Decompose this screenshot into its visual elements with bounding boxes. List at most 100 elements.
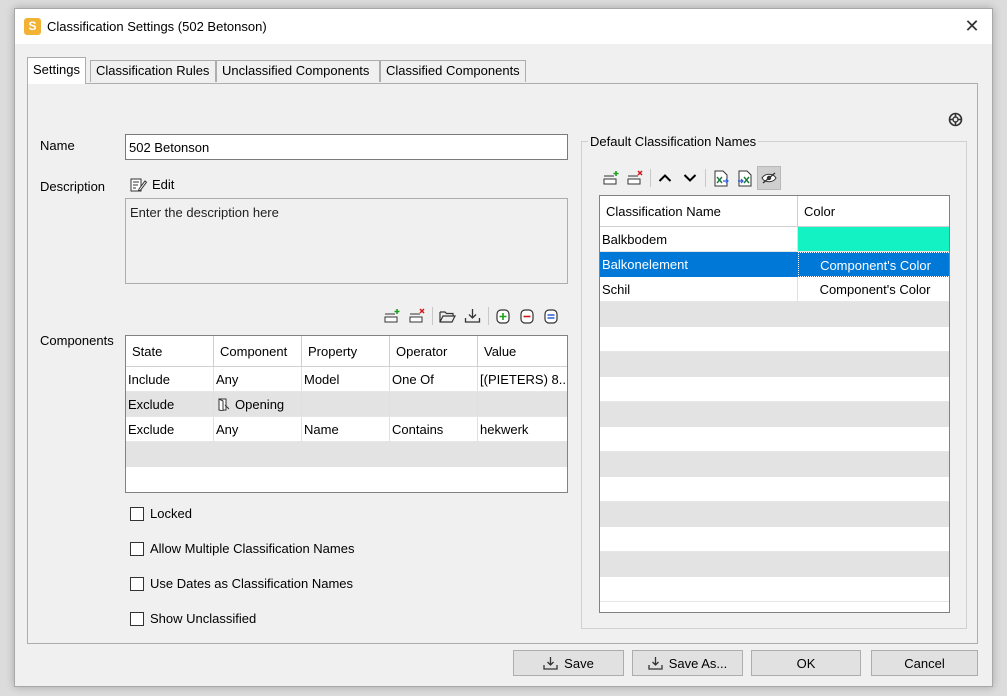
- empty-row: [600, 377, 949, 402]
- cancel-button[interactable]: Cancel: [871, 650, 978, 676]
- checkbox-box[interactable]: [130, 576, 144, 591]
- checkbox-label: Show Unclassified: [150, 611, 257, 626]
- classification-names-table[interactable]: Classification Name Color Balkbodem Balk…: [599, 195, 950, 613]
- empty-row: [126, 442, 567, 467]
- ok-label: OK: [796, 655, 816, 671]
- save-as-download-icon: [648, 657, 663, 670]
- cell-component[interactable]: Opening: [214, 392, 302, 417]
- components-table[interactable]: State Component Property Operator Value …: [125, 335, 568, 493]
- column-header-color[interactable]: Color: [798, 196, 949, 227]
- cell-classification-name[interactable]: Schil: [600, 277, 798, 302]
- open-folder-icon[interactable]: [438, 307, 456, 325]
- table-row[interactable]: Include Any Model One Of [(PIETERS) 8...: [126, 367, 567, 392]
- cell-operator[interactable]: [390, 392, 478, 417]
- checkbox-box[interactable]: [130, 541, 144, 556]
- title-bar: S Classification Settings (502 Betonson)…: [15, 9, 992, 44]
- column-header-classification-name[interactable]: Classification Name: [600, 196, 798, 227]
- show-unclassified-checkbox[interactable]: Show Unclassified: [130, 611, 256, 626]
- add-component-icon[interactable]: [494, 307, 512, 325]
- cell-value[interactable]: [(PIETERS) 8...: [478, 367, 567, 392]
- cell-property[interactable]: [302, 392, 390, 417]
- tab-settings[interactable]: Settings: [27, 57, 86, 84]
- save-as-label: Save As...: [668, 655, 728, 671]
- table-row-selected[interactable]: Balkonelement Component's Color: [600, 252, 949, 277]
- empty-row: [600, 502, 949, 527]
- table-row[interactable]: Schil Component's Color: [600, 277, 949, 302]
- empty-row: [600, 402, 949, 427]
- column-header-component[interactable]: Component: [214, 336, 302, 367]
- cell-value[interactable]: hekwerk: [478, 417, 567, 442]
- save-label: Save: [564, 655, 594, 671]
- cell-operator[interactable]: Contains: [390, 417, 478, 442]
- remove-component-icon[interactable]: [518, 307, 536, 325]
- column-header-property[interactable]: Property: [302, 336, 390, 367]
- checkbox-label: Locked: [150, 506, 192, 521]
- default-names-title: Default Classification Names: [588, 134, 759, 149]
- tab-classified-components[interactable]: Classified Components: [380, 60, 526, 82]
- cell-state[interactable]: Exclude: [126, 392, 214, 417]
- checkbox-label: Use Dates as Classification Names: [150, 576, 354, 591]
- use-dates-checkbox[interactable]: Use Dates as Classification Names: [130, 576, 353, 591]
- components-label: Components: [40, 333, 114, 348]
- cell-component[interactable]: Any: [214, 417, 302, 442]
- column-header-value[interactable]: Value: [478, 336, 567, 367]
- empty-row: [600, 527, 949, 552]
- empty-row: [600, 302, 949, 327]
- table-row[interactable]: Balkbodem: [600, 227, 949, 252]
- cell-color-swatch[interactable]: [798, 227, 949, 252]
- table-header-row: State Component Property Operator Value: [126, 336, 567, 367]
- checkbox-box[interactable]: [130, 611, 144, 626]
- export-excel-icon[interactable]: [712, 169, 730, 187]
- classification-settings-dialog: S Classification Settings (502 Betonson)…: [14, 8, 993, 687]
- remove-row-icon[interactable]: [408, 307, 426, 325]
- cell-classification-name[interactable]: Balkbodem: [600, 227, 798, 252]
- cell-color[interactable]: Component's Color: [798, 277, 949, 302]
- cell-classification-name[interactable]: Balkonelement: [600, 252, 798, 277]
- empty-row: [600, 477, 949, 502]
- settings-panel: Name 502 Betonson Description Edit Enter…: [27, 83, 978, 644]
- edit-description-button[interactable]: Edit: [130, 177, 174, 192]
- toolbar-separator: [488, 307, 489, 325]
- hide-visibility-icon[interactable]: [757, 166, 781, 190]
- toolbar-separator: [705, 169, 706, 187]
- save-as-button[interactable]: Save As...: [632, 650, 743, 676]
- tab-unclassified-components[interactable]: Unclassified Components: [216, 60, 380, 82]
- close-icon[interactable]: ✕: [960, 15, 984, 37]
- remove-name-icon[interactable]: [626, 169, 644, 187]
- help-lifebuoy-icon[interactable]: [946, 110, 964, 128]
- checkbox-label: Allow Multiple Classification Names: [150, 541, 355, 556]
- locked-checkbox[interactable]: Locked: [130, 506, 192, 521]
- add-name-icon[interactable]: [602, 169, 620, 187]
- table-row[interactable]: Exclude Any Name Contains hekwerk: [126, 417, 567, 442]
- window-title: Classification Settings (502 Betonson): [47, 19, 267, 34]
- column-header-operator[interactable]: Operator: [390, 336, 478, 367]
- allow-multiple-names-checkbox[interactable]: Allow Multiple Classification Names: [130, 541, 354, 556]
- cell-state[interactable]: Include: [126, 367, 214, 392]
- table-row[interactable]: Exclude Opening: [126, 392, 567, 417]
- description-textarea[interactable]: Enter the description here: [125, 198, 568, 284]
- save-button[interactable]: Save: [513, 650, 624, 676]
- name-input[interactable]: 502 Betonson: [125, 134, 568, 160]
- component-list-icon[interactable]: [542, 307, 560, 325]
- name-value: 502 Betonson: [129, 140, 210, 155]
- cell-property[interactable]: Model: [302, 367, 390, 392]
- move-up-icon[interactable]: [656, 169, 674, 187]
- cell-operator[interactable]: One Of: [390, 367, 478, 392]
- cell-state[interactable]: Exclude: [126, 417, 214, 442]
- empty-row: [600, 352, 949, 377]
- import-excel-icon[interactable]: [736, 169, 754, 187]
- toolbar-separator: [650, 169, 651, 187]
- save-download-icon: [543, 657, 558, 670]
- download-icon[interactable]: [463, 307, 481, 325]
- add-row-icon[interactable]: [383, 307, 401, 325]
- column-header-state[interactable]: State: [126, 336, 214, 367]
- tab-classification-rules[interactable]: Classification Rules: [90, 60, 216, 82]
- cell-property[interactable]: Name: [302, 417, 390, 442]
- checkbox-box[interactable]: [130, 506, 144, 521]
- empty-row: [600, 577, 949, 602]
- cell-component[interactable]: Any: [214, 367, 302, 392]
- move-down-icon[interactable]: [681, 169, 699, 187]
- cell-color[interactable]: Component's Color: [798, 252, 949, 277]
- ok-button[interactable]: OK: [751, 650, 861, 676]
- cell-value[interactable]: [478, 392, 567, 417]
